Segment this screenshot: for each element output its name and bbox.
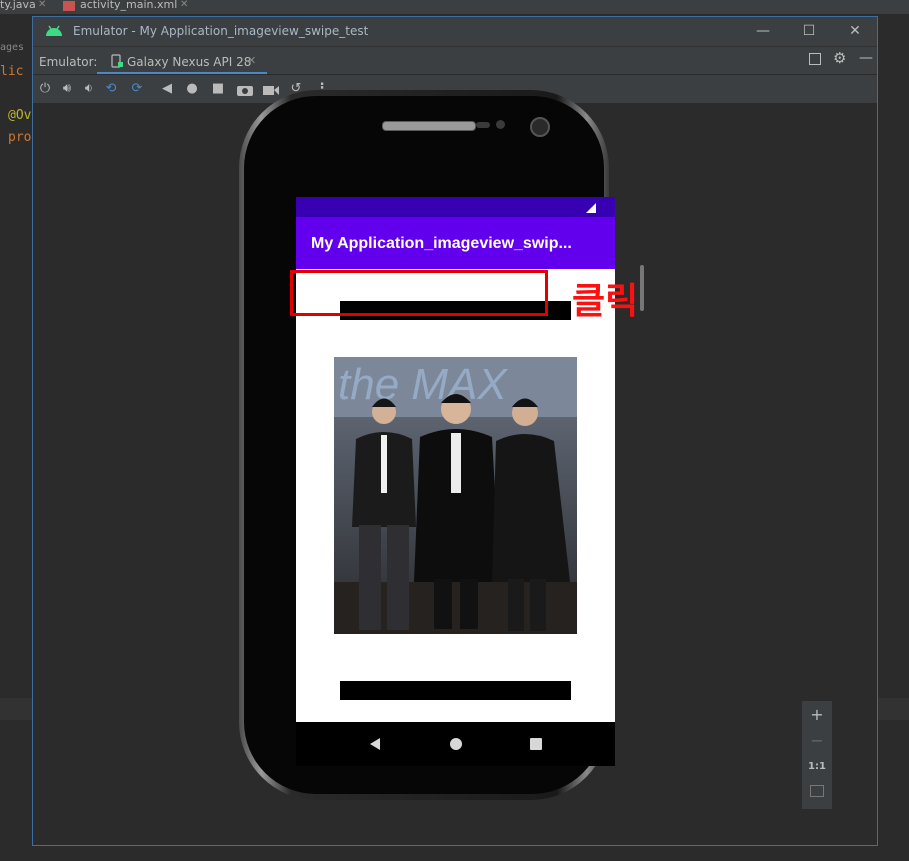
phone-speaker [382, 121, 476, 131]
swipe-image-view[interactable]: the MAX [334, 357, 577, 634]
close-icon[interactable]: ✕ [247, 54, 256, 67]
device-tab-label: Galaxy Nexus API 28 [127, 55, 252, 69]
overview-icon[interactable]: ■ [208, 79, 228, 99]
navigation-bar [296, 722, 615, 766]
highlight-box [290, 270, 548, 316]
zoom-out-icon[interactable]: − [802, 729, 832, 753]
zoom-controls: + − 1:1 [801, 700, 833, 810]
layout-icon[interactable] [809, 53, 821, 65]
camera-icon[interactable] [237, 84, 253, 96]
ide-project-label: ages [0, 42, 25, 53]
hide-icon[interactable]: — [859, 50, 873, 66]
emulator-tab-row: Emulator: Galaxy Nexus API 28 ✕ ⚙ — [33, 46, 877, 75]
nav-overview-icon[interactable] [529, 737, 543, 751]
phone-sensor [476, 122, 490, 128]
photo-banner-text: the MAX [338, 360, 508, 409]
close-icon[interactable]: ✕ [38, 0, 46, 10]
ide-code-line: lic [0, 64, 24, 79]
bottom-text-view[interactable] [340, 681, 571, 700]
nav-back-icon[interactable] [368, 737, 382, 751]
status-bar [296, 197, 615, 217]
emulator-label: Emulator: [39, 55, 98, 69]
power-icon[interactable]: ⏻ [35, 79, 55, 99]
phone-sensor [496, 120, 505, 129]
ide-tab-bar: ty.java ✕ activity_main.xml ✕ [0, 0, 909, 14]
nav-home-icon[interactable] [449, 737, 463, 751]
zoom-ratio-button[interactable]: 1:1 [802, 755, 832, 779]
app-content: the MAX [296, 269, 615, 722]
gear-icon[interactable]: ⚙ [833, 49, 846, 67]
close-icon[interactable]: ✕ [844, 21, 866, 41]
video-icon[interactable] [263, 84, 279, 96]
front-camera-icon [530, 117, 550, 137]
fit-screen-icon[interactable] [810, 785, 824, 797]
volume-up-icon[interactable]: 🔊︎ [57, 79, 77, 99]
app-bar: My Application_imageview_swip... [296, 217, 615, 269]
rotate-left-icon[interactable]: ⟲ [101, 79, 121, 99]
window-title-bar: Emulator - My Application_imageview_swip… [33, 17, 877, 46]
home-icon[interactable]: ● [182, 79, 202, 99]
ide-code-line: pro [8, 130, 32, 145]
maximize-icon[interactable]: ☐ [798, 21, 820, 41]
app-title: My Application_imageview_swip... [311, 235, 572, 252]
device-tab[interactable]: Galaxy Nexus API 28 ✕ [97, 47, 267, 75]
phone-power-button [640, 265, 644, 311]
ide-tab-xml[interactable]: activity_main.xml [80, 0, 177, 14]
minimize-icon[interactable]: — [752, 21, 774, 41]
window-title: Emulator - My Application_imageview_swip… [73, 24, 369, 38]
zoom-in-icon[interactable]: + [802, 703, 832, 727]
xml-file-icon [63, 1, 75, 11]
ide-tab-java[interactable]: ty.java [0, 0, 36, 14]
ide-code-line: @Ov [8, 108, 32, 123]
photo-content: the MAX [334, 357, 577, 634]
back-icon[interactable]: ◀ [157, 79, 177, 99]
close-icon[interactable]: ✕ [180, 0, 188, 10]
android-icon [46, 25, 62, 36]
signal-icon [586, 203, 596, 213]
rotate-right-icon[interactable]: ⟳ [127, 79, 147, 99]
phone-device-icon [111, 54, 123, 68]
volume-down-icon[interactable]: 🔉︎ [79, 79, 99, 99]
click-annotation: 클릭 [572, 281, 639, 322]
